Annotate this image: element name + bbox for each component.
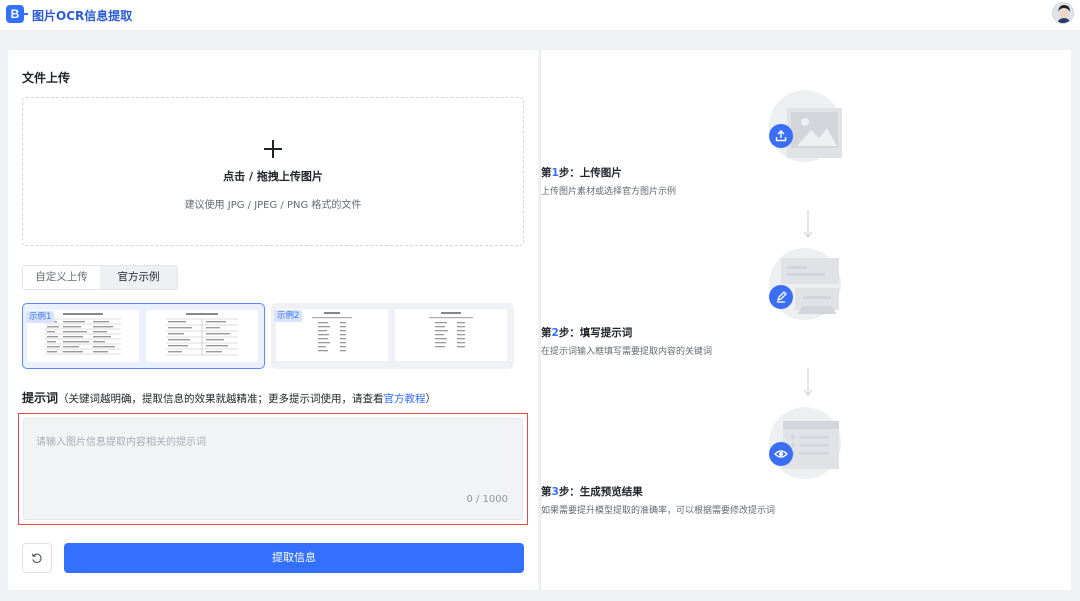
prompt-hint: （关键词越明确，提取信息的效果就越精准；更多提示词使用，请查看: [58, 393, 384, 405]
official-tutorial-link[interactable]: 官方教程: [384, 393, 426, 405]
upload-format-hint: 建议使用 JPG / JPEG / PNG 格式的文件: [184, 200, 362, 211]
prompt-hint-close: ）: [425, 393, 437, 405]
step-3-title: 第3步：生成预览结果: [541, 484, 1071, 499]
arrow-down-icon: [803, 210, 813, 238]
prompt-input-container: 0 / 1000: [23, 418, 523, 520]
step-3-desc: 如果需要提升模型提取的准确率，可以根据需要修改提示词: [541, 506, 776, 516]
example-badge: 示例2: [274, 310, 303, 322]
example-thumbnail: [146, 310, 258, 362]
avatar-icon: [1053, 3, 1073, 23]
upload-title: 点击 / 拖拽上传图片: [223, 170, 323, 183]
example-badge: 示例1: [26, 311, 55, 323]
step-1-title: 第1步：上传图片: [541, 165, 1071, 180]
edit-icon: [769, 285, 793, 309]
step-2-title: 第2步：填写提示词: [541, 325, 1071, 340]
upload-section-title: 文件上传: [22, 71, 71, 85]
extract-button[interactable]: 提取信息: [64, 543, 524, 573]
source-tabs: 自定义上传 官方示例: [22, 265, 178, 290]
upload-dropzone[interactable]: 点击 / 拖拽上传图片 建议使用 JPG / JPEG / PNG 格式的文件: [22, 97, 524, 246]
step-prefix: 第: [541, 167, 552, 179]
tab-official-examples[interactable]: 官方示例: [100, 266, 177, 289]
reset-button[interactable]: [22, 543, 52, 573]
prompt-label-row: 提示词（关键词越明确，提取信息的效果就越精准；更多提示词使用，请查看官方教程）: [22, 389, 436, 406]
top-bar: B 图片OCR信息提取: [0, 0, 1080, 30]
example-card-1[interactable]: 示例1: [22, 303, 265, 369]
user-avatar[interactable]: [1052, 2, 1074, 24]
upload-icon: [769, 124, 793, 148]
prompt-highlight-frame: 0 / 1000: [18, 413, 528, 525]
app-title: 图片OCR信息提取: [32, 9, 133, 23]
step-2-desc: 在提示词输入框填写需要提取内容的关键词: [541, 347, 713, 357]
step-title-text: 步：上传图片: [558, 167, 622, 179]
step-1-desc: 上传图片素材或选择官方图片示例: [541, 187, 677, 197]
right-panel: 第1步：上传图片 上传图片素材或选择官方图片示例 第2步：填写提示词 在提示词输…: [540, 50, 1071, 590]
plus-icon: [264, 140, 282, 158]
step-number: 1: [551, 167, 559, 179]
arrow-down-icon: [803, 368, 813, 396]
prompt-input[interactable]: [24, 419, 522, 519]
step-number: 2: [551, 327, 559, 339]
tab-custom-upload[interactable]: 自定义上传: [23, 266, 100, 289]
app-logo[interactable]: B: [6, 5, 28, 23]
example-card-2[interactable]: 示例2: [271, 303, 514, 369]
step-prefix: 第: [541, 486, 552, 498]
prompt-label: 提示词: [22, 391, 59, 405]
step-title-text: 步：生成预览结果: [558, 486, 643, 498]
eye-icon: [769, 442, 793, 466]
refresh-icon: [31, 553, 42, 563]
step-prefix: 第: [541, 327, 552, 339]
example-thumbnail: [395, 309, 507, 361]
left-panel: 文件上传 点击 / 拖拽上传图片 建议使用 JPG / JPEG / PNG 格…: [8, 50, 538, 590]
char-counter: 0 / 1000: [466, 494, 508, 505]
step-title-text: 步：填写提示词: [558, 327, 633, 339]
step-number: 3: [551, 486, 559, 498]
